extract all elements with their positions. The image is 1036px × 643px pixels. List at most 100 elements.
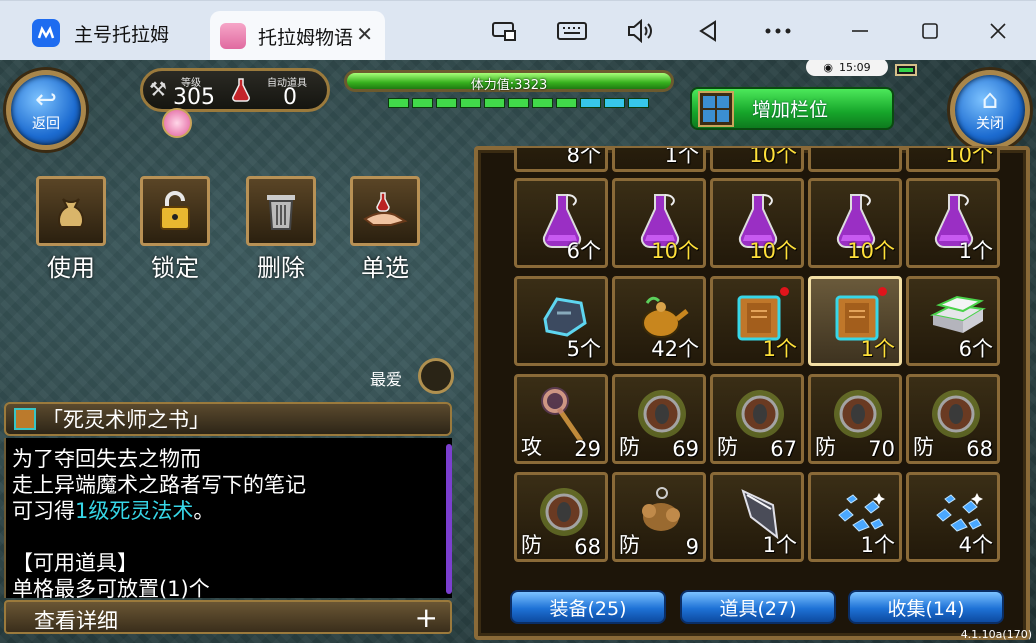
status-clock: ◉ 15:09 [806,60,888,76]
item-count: 67 [770,437,797,461]
hand-pick-icon [363,192,408,226]
clock-text: 15:09 [838,60,871,74]
lock-button[interactable]: 锁定 [140,176,210,283]
inventory-slot[interactable]: 攻 29 [514,374,608,464]
skill-highlight: 1级死灵法术 [75,499,194,523]
trash-icon [267,195,295,230]
item-count: 69 [672,437,699,461]
inventory-slot[interactable]: 5个 [514,276,608,366]
stamina-segment [604,98,625,108]
use-button[interactable]: 使用 [36,176,106,283]
home-icon: ⌂ [981,85,999,115]
item-count: 5个 [566,337,601,361]
inventory-slot[interactable]: 1个 [710,276,804,366]
inventory-slot[interactable]: 8个 [514,148,608,172]
back-label: 返回 [32,116,60,132]
tab-toram[interactable]: 托拉姆物语 ✕ [210,11,385,61]
alarm-icon: ◉ [823,60,833,74]
item-count: 10个 [945,148,993,167]
inventory-slot[interactable]: 10个 [612,178,706,268]
inventory-slot[interactable]: 6个 [906,276,1000,366]
inventory-slot[interactable]: 10个 [808,178,902,268]
back-button[interactable]: ↩ 返回 [6,70,86,150]
tab-main-account[interactable]: 主号托拉姆 [14,11,210,55]
item-count: 1个 [860,533,895,557]
item-count: 1个 [958,239,993,263]
item-count: 1个 [860,337,895,361]
desc-line-3-suffix: 。 [193,499,215,523]
inventory-slot[interactable]: 防 70 [808,374,902,464]
inventory-slot[interactable]: 1个 [808,276,902,366]
inventory-slot[interactable]: 1个 [906,178,1000,268]
more-icon[interactable] [762,15,794,47]
gift-icon[interactable] [162,108,192,138]
inventory-slot[interactable]: 防 68 [514,472,608,562]
lock-label: 锁定 [151,254,199,282]
description-scrollbar[interactable] [446,444,452,594]
item-count: 8个 [566,148,601,167]
auto-potion-icon[interactable] [231,77,251,103]
item-title: 「死灵术师之书」 [42,408,210,432]
close-icon[interactable] [982,15,1014,47]
use-label: 使用 [47,254,95,282]
item-count: 68 [966,437,993,461]
inventory-slot[interactable]: 10个 [906,148,1000,172]
item-title-bar: 「死灵术师之书」 [4,402,452,436]
inventory-grid: 8个 1个 10个 10个 6个 10个 10个 10个 1个 5个 42个 1个 1个 6个攻 29 防 69… [514,148,1008,578]
screen-share-icon[interactable] [488,15,520,47]
auto-item-value: 0 [283,85,297,110]
add-slot-button[interactable]: 增加栏位 [690,87,894,130]
item-count: 6个 [566,239,601,263]
plus-icon: + [414,601,438,634]
new-badge-icon [780,287,789,296]
close-game-button[interactable]: ⌂ 关闭 [950,70,1030,150]
tab-items[interactable]: 道具(27) [680,590,836,624]
inventory-slot[interactable]: 防9 [612,472,706,562]
inventory-slot[interactable] [808,148,902,172]
volume-icon[interactable] [624,15,656,47]
delete-label: 删除 [257,254,305,282]
inventory-slot[interactable]: 4个 [906,472,1000,562]
item-count: 10个 [749,148,797,167]
inventory-slot[interactable]: 1个 [612,148,706,172]
single-select-button[interactable]: 单选 [350,176,420,283]
item-count: 4个 [958,533,993,557]
stamina-segment [556,98,577,108]
tab-collection[interactable]: 收集(14) [848,590,1004,624]
item-type-tag: 防 [619,533,640,557]
stamina-segment [580,98,601,108]
desc-line-4: 【可用道具】 [12,551,138,575]
desc-line-3: 可习得1级死灵法术。 [12,498,214,524]
inventory-slot[interactable]: 10个 [710,178,804,268]
hp-bar: 体力值:3323 [344,70,674,93]
delete-button[interactable]: 删除 [246,176,316,283]
stamina-segment [484,98,505,108]
inventory-slot[interactable]: 防 67 [710,374,804,464]
game-screen: ↩ 返回 等级 305 ⚒ 自动道具 0 体力值:3323 ◉ 15:09 增加… [0,60,1036,643]
item-description[interactable]: 为了夺回失去之物而 走上异端魔术之路者写下的笔记 可习得1级死灵法术。 【可用道… [4,438,452,601]
minimize-icon[interactable] [844,15,876,47]
add-slot-label: 增加栏位 [752,99,829,121]
back-triangle-icon[interactable] [692,15,724,47]
grid-slots-icon [698,90,734,127]
view-details-button[interactable]: 查看详细 + [4,600,452,634]
favorite-toggle[interactable] [418,358,454,394]
inventory-slot[interactable]: 42个 [612,276,706,366]
inventory-slot[interactable]: 1个 [808,472,902,562]
tab-equipment[interactable]: 装备(25) [510,590,666,624]
inventory-slot[interactable]: 10个 [710,148,804,172]
inventory-slot[interactable]: 防 68 [906,374,1000,464]
inventory-slot[interactable]: 防 69 [612,374,706,464]
inventory-slot[interactable]: 1个 [710,472,804,562]
inventory-slot[interactable]: 6个 [514,178,608,268]
item-type-tag: 攻 [521,435,542,459]
maximize-icon[interactable] [914,15,946,47]
tab-close-icon[interactable]: ✕ [356,22,373,46]
bag-icon [58,198,84,228]
desc-line-3-prefix: 可习得 [12,499,75,523]
close-label: 关闭 [976,116,1004,132]
keyboard-icon[interactable] [556,15,588,47]
item-type-tag: 防 [619,435,640,459]
hp-bar-group: 体力值:3323 [338,66,678,126]
item-count: 70 [868,437,895,461]
